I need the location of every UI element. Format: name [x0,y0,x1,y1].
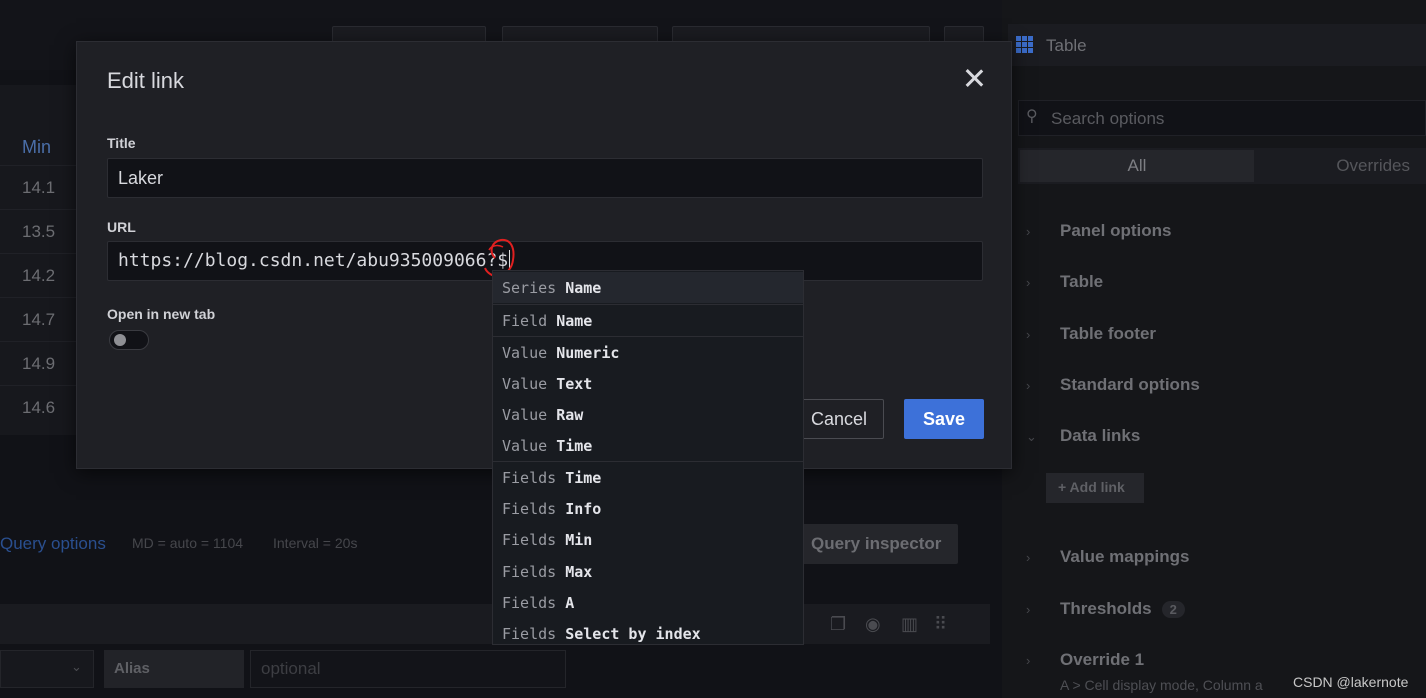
query-options-link[interactable]: Query options [0,534,106,554]
copy-icon[interactable]: ❐ [830,614,846,635]
suggestion-category: Value [502,344,548,362]
suggestion-name: Time [556,437,593,455]
chevron-right-icon: › [1026,275,1031,290]
suggestion-name: Name [565,279,602,297]
section-thresholds[interactable]: Thresholds 2 [1060,599,1185,619]
suggestion-name: Info [565,500,602,518]
modal-title: Edit link [107,68,185,93]
suggestion-name: Max [565,563,593,581]
cancel-button[interactable]: Cancel [794,399,884,439]
table-cell: 14.1 [0,165,80,209]
tab-overrides[interactable]: Overrides [1254,150,1426,182]
add-link-button[interactable]: + Add link [1046,473,1144,503]
table-icon [1016,36,1034,54]
url-field-label: URL [107,219,136,235]
title-field-label: Title [107,135,136,151]
chevron-down-icon: ⌄ [1026,429,1037,444]
section-value-mappings[interactable]: Value mappings [1060,547,1189,567]
trash-icon[interactable]: ▥ [901,614,918,635]
variable-suggestion-list: Series Name Field Name Value Numeric Val… [492,270,804,645]
suggestion-item[interactable]: Field Name [493,304,803,335]
suggestion-category: Fields [502,594,557,612]
add-link-label: Add link [1069,479,1125,495]
chevron-right-icon: › [1026,653,1031,668]
switch-knob [114,334,126,346]
section-table[interactable]: Table [1060,272,1103,292]
suggestion-category: Fields [502,531,557,549]
chevron-right-icon: › [1026,602,1031,617]
suggestion-name: Raw [556,406,584,424]
column-header-min[interactable]: Min [0,125,80,165]
suggestion-name: Name [556,312,593,330]
suggestion-name: Text [556,375,593,393]
suggestion-item[interactable]: Value Text [493,368,803,399]
watermark: CSDN @lakernote [1293,674,1409,690]
chevron-right-icon: › [1026,224,1031,239]
chevron-down-icon: ⌄ [71,659,82,674]
new-tab-label: Open in new tab [107,306,216,322]
suggestion-name: A [565,594,575,612]
search-options-input[interactable]: Search options [1018,100,1426,136]
interval-text: Interval = 20s [273,535,358,551]
table-cell: 14.6 [0,385,80,429]
open-in-new-tab-switch[interactable] [109,330,149,350]
suggestion-item[interactable]: Fields Max [493,556,803,587]
section-table-footer[interactable]: Table footer [1060,324,1156,344]
suggestion-item[interactable]: Value Time [493,430,803,461]
table-cell: 13.5 [0,209,80,253]
query-type-select[interactable]: ⌄ [0,650,94,688]
suggestion-item[interactable]: Fields Info [493,493,803,524]
section-data-links[interactable]: Data links [1060,426,1140,446]
eye-icon[interactable]: ◉ [865,614,881,635]
suggestion-item[interactable]: Value Numeric [493,336,803,367]
table-cell: 14.2 [0,253,80,297]
thresholds-count-badge: 2 [1161,601,1185,618]
chevron-right-icon: › [1026,327,1031,342]
suggestion-category: Value [502,406,548,424]
suggestion-name: Select by index [565,625,701,643]
close-icon[interactable] [962,66,986,90]
alias-label: Alias [104,650,244,688]
table-cell: 14.9 [0,341,80,385]
table-cell: 14.7 [0,297,80,341]
title-input[interactable]: Laker [107,158,983,198]
url-value: https://blog.csdn.net/abu935009066?$ [118,250,509,271]
suggestion-category: Fields [502,625,557,643]
suggestion-category: Value [502,375,548,393]
section-override-1[interactable]: Override 1 [1060,650,1144,670]
tab-all[interactable]: All [1020,150,1254,182]
suggestion-category: Fields [502,563,557,581]
chevron-right-icon: › [1026,378,1031,393]
suggestion-category: Value [502,437,548,455]
drag-handle-icon[interactable]: ⠿ [934,614,947,635]
suggestion-category: Fields [502,469,557,487]
query-inspector-button[interactable]: Query inspector [796,524,958,564]
save-button[interactable]: Save [904,399,984,439]
suggestion-name: Min [565,531,593,549]
suggestion-item[interactable]: Series Name [493,272,803,303]
chevron-right-icon: › [1026,550,1031,565]
visualization-picker[interactable]: Table [1008,24,1426,66]
suggestion-category: Field [502,312,548,330]
suggestion-item[interactable]: Fields Min [493,524,803,555]
suggestion-name: Time [565,469,602,487]
suggestion-category: Fields [502,500,557,518]
alias-input[interactable]: optional [250,650,566,688]
section-thresholds-label: Thresholds [1060,599,1152,618]
suggestion-name: Numeric [556,344,620,362]
override-description: A > Cell display mode, Column a [1060,677,1263,693]
section-standard-options[interactable]: Standard options [1060,375,1200,395]
suggestion-item[interactable]: Fields Select by index [493,618,803,644]
max-data-points-text: MD = auto = 1104 [132,535,244,551]
suggestion-item[interactable]: Fields Time [493,461,803,492]
search-icon: ⚲ [1026,108,1038,125]
suggestion-item[interactable]: Fields A [493,587,803,618]
section-panel-options[interactable]: Panel options [1060,221,1171,241]
suggestion-item[interactable]: Value Raw [493,399,803,430]
suggestion-category: Series [502,279,557,297]
